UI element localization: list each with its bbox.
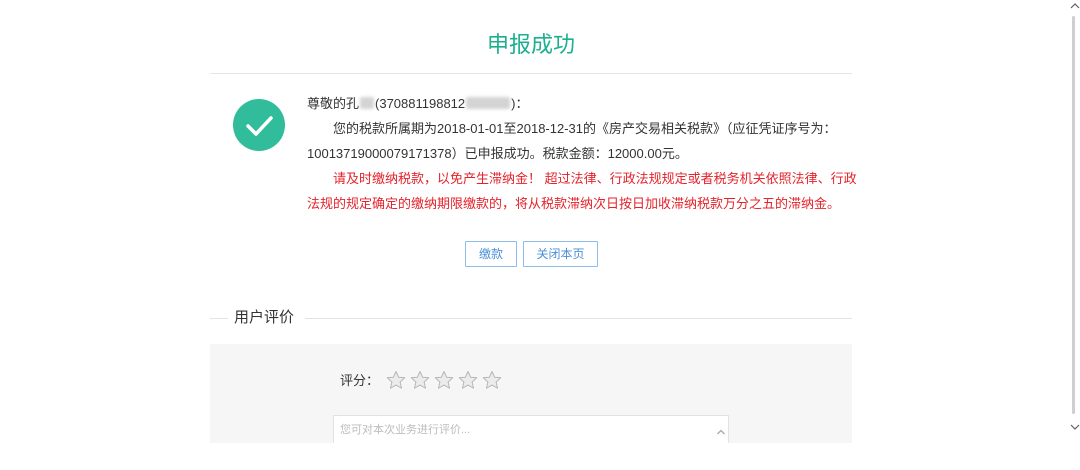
star-rating[interactable]	[386, 370, 502, 390]
close-page-button[interactable]: 关闭本页	[523, 241, 598, 267]
redacted-name	[360, 97, 375, 109]
chevron-up-icon[interactable]	[716, 428, 726, 436]
check-circle-icon	[233, 99, 285, 151]
result-line: 您的税款所属期为2018-01-01至2018-12-31的《房产交易相关税款》…	[333, 121, 837, 136]
section-divider-right	[305, 318, 852, 319]
scrollbar-thumb[interactable]	[1072, 16, 1075, 414]
star-icon[interactable]	[434, 370, 454, 390]
score-label: 评分：	[340, 373, 380, 388]
warning-line: 法规的规定确定的缴纳期限缴款的，将从税款滞纳次日按日加收滞纳税款万分之五的滞纳金…	[307, 196, 841, 211]
section-divider-left	[210, 318, 228, 319]
greeting-prefix: 尊敬的孔	[307, 96, 360, 111]
pay-button[interactable]: 缴款	[465, 241, 517, 267]
rating-section-title: 用户评价	[234, 309, 295, 326]
result-line: 10013719000079171378）已申报成功。税款金额：12000.00…	[307, 146, 688, 161]
warning-line: 请及时缴纳税款，以免产生滞纳金！ 超过法律、行政法规规定或者税务机关依照法律、行…	[333, 171, 857, 186]
chevron-down-icon[interactable]	[1069, 423, 1080, 432]
chevron-up-icon[interactable]	[1069, 1, 1080, 10]
star-icon[interactable]	[482, 370, 502, 390]
star-icon[interactable]	[386, 370, 406, 390]
greeting-id: (370881198812	[375, 96, 466, 111]
page-title: 申报成功	[486, 32, 575, 57]
rating-panel: 评分：	[210, 344, 852, 443]
greeting-suffix: )：	[511, 96, 529, 111]
star-icon[interactable]	[458, 370, 478, 390]
checkmark-icon	[246, 116, 273, 136]
star-icon[interactable]	[410, 370, 430, 390]
redacted-id	[466, 97, 511, 109]
declaration-message: 尊敬的孔 (370881198812 )： 您的税款所属期为2018-01-01至2…	[307, 91, 857, 216]
comment-textarea[interactable]	[333, 415, 729, 443]
greeting-line: 尊敬的孔 (370881198812 )：	[307, 91, 857, 116]
title-divider	[210, 73, 852, 74]
